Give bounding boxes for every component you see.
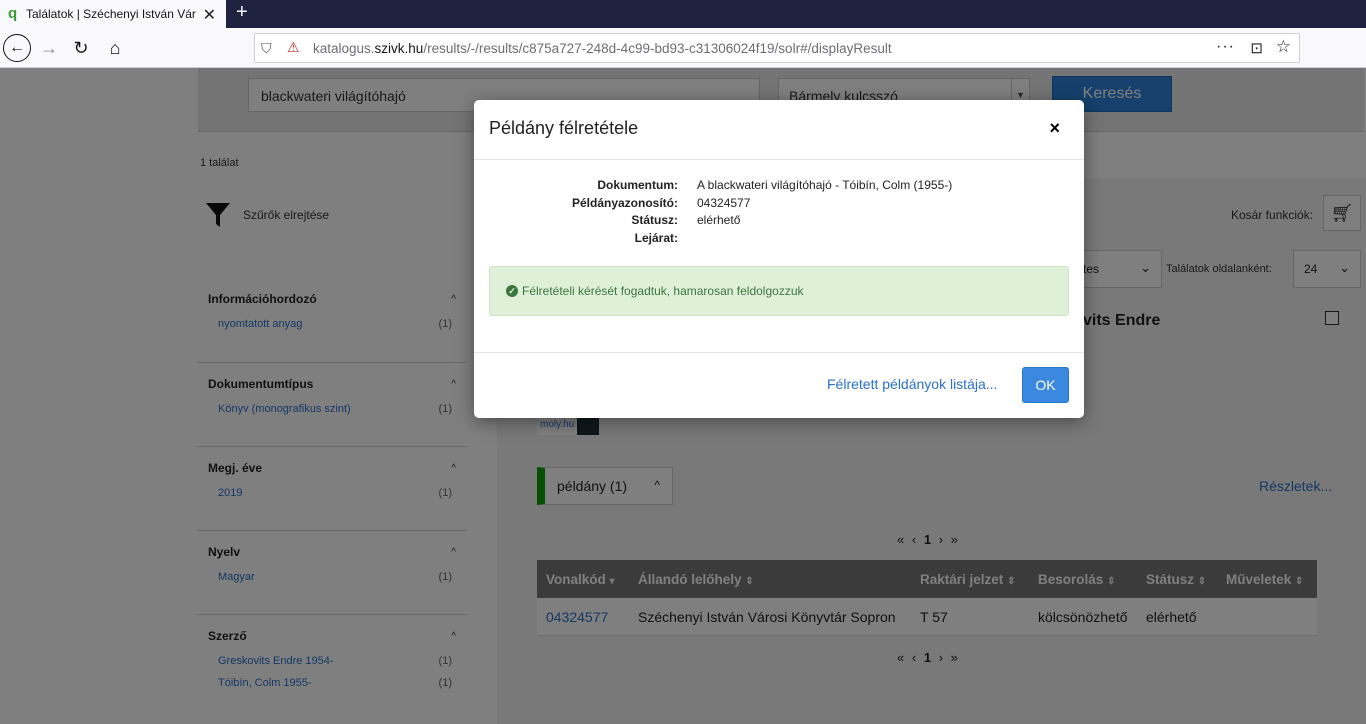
page-actions-icon[interactable]: ··· [1216, 38, 1235, 56]
info-row: Lejárat: [634, 230, 678, 245]
info-row: Példányazonosító: 04324577 [571, 195, 751, 210]
check-circle-icon: ✓ [506, 285, 518, 297]
forward-arrow-icon[interactable]: → [36, 35, 62, 61]
pocket-icon[interactable]: ⊡ [1250, 39, 1263, 57]
reserved-list-link[interactable]: Félretett példányok listája... [827, 376, 997, 392]
home-icon[interactable]: ⌂ [102, 35, 128, 61]
navigation-bar: ← → ↻ ⌂ ⛉ ⚠ katalogus.szivk.hu/results/-… [0, 28, 1366, 68]
new-tab-button[interactable]: + [236, 1, 248, 24]
site-favicon-icon: q [8, 5, 18, 22]
reserve-copy-dialog: Példány félretétele × Dokumentum: A blac… [474, 100, 1084, 418]
tab-bar: q Találatok | Széchenyi István Vár ✕ + [0, 0, 1366, 28]
tracking-shield-icon[interactable]: ⛉ [261, 40, 272, 57]
url-text[interactable]: katalogus.szivk.hu/results/-/results/c87… [313, 41, 892, 56]
dialog-header: Példány félretétele × [474, 100, 1084, 160]
reload-icon[interactable]: ↻ [68, 35, 94, 61]
dialog-body: Dokumentum: A blackwateri világítóhajó -… [474, 160, 1084, 352]
insecure-lock-icon[interactable]: ⚠ [287, 39, 300, 56]
close-icon[interactable]: × [1049, 118, 1060, 139]
back-arrow-icon[interactable]: ← [3, 34, 31, 62]
browser-tab[interactable]: q Találatok | Széchenyi István Vár ✕ [0, 0, 226, 28]
info-row: Státusz: elérhető [631, 213, 741, 227]
success-alert: ✓ Félretételi kérését fogadtuk, hamarosa… [489, 266, 1069, 316]
bookmark-star-icon[interactable]: ☆ [1276, 37, 1291, 57]
address-bar[interactable]: ⛉ ⚠ katalogus.szivk.hu/results/-/results… [254, 33, 1300, 63]
dialog-footer: Félretett példányok listája... OK [474, 352, 1084, 418]
copy-info: Dokumentum: A blackwateri világítóhajó -… [474, 178, 1084, 248]
ok-button[interactable]: OK [1022, 367, 1069, 403]
info-row: Dokumentum: A blackwateri világítóhajó -… [597, 178, 953, 192]
dialog-title: Példány félretétele [489, 118, 639, 138]
tab-close-icon[interactable]: ✕ [203, 5, 216, 25]
alert-text: Félretételi kérését fogadtuk, hamarosan … [522, 284, 804, 298]
tab-title: Találatok | Széchenyi István Vár [26, 7, 196, 21]
